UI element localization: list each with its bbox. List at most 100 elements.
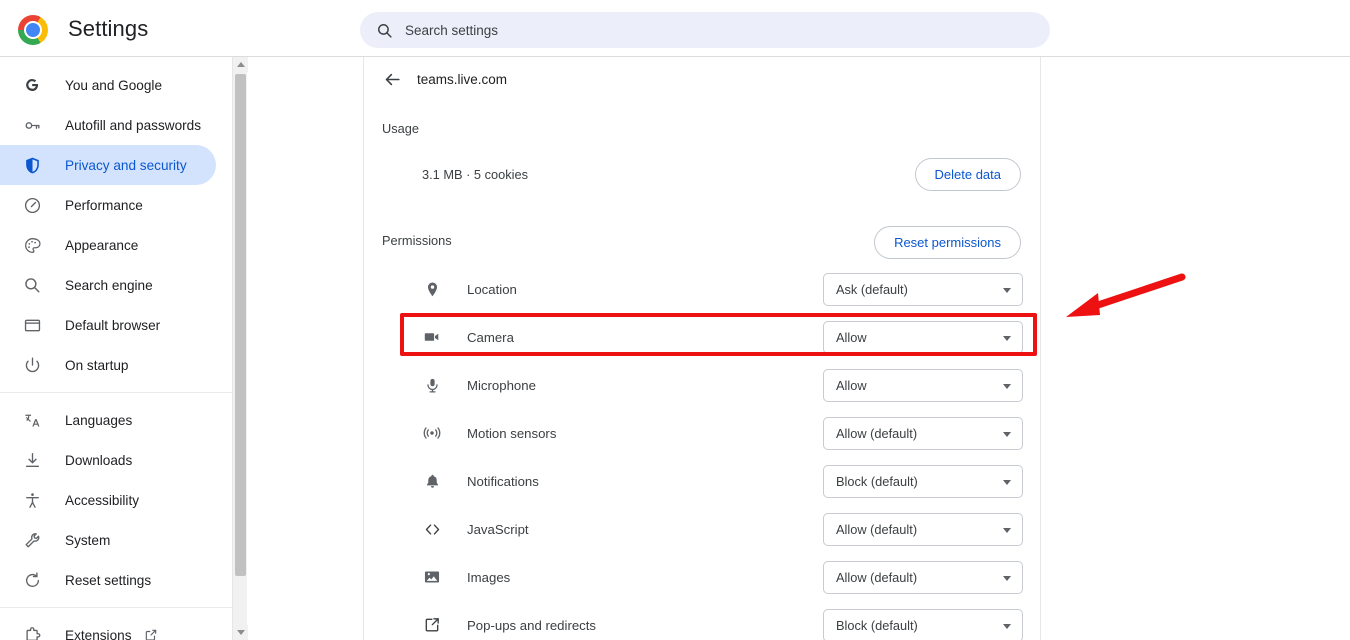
- permission-select-notifications[interactable]: Block (default): [823, 465, 1023, 498]
- site-settings-card: teams.live.com Usage 3.1 MB · 5 cookies …: [363, 57, 1041, 640]
- permission-value: Allow (default): [836, 426, 918, 441]
- permission-value: Ask (default): [836, 282, 908, 297]
- sidebar-item-autofill-and-passwords[interactable]: Autofill and passwords: [0, 105, 216, 145]
- usage-value: 3.1 MB · 5 cookies: [422, 167, 528, 182]
- sidebar-item-you-and-google[interactable]: You and Google: [0, 65, 216, 105]
- sidebar-item-appearance[interactable]: Appearance: [0, 225, 216, 265]
- location-pin-icon: [422, 279, 442, 299]
- accessibility-icon: [22, 490, 42, 510]
- permission-row-notifications: Notifications Block (default): [364, 457, 1040, 505]
- scrollbar-thumb[interactable]: [235, 74, 246, 576]
- sidebar-divider-2: [0, 607, 232, 608]
- permission-value: Block (default): [836, 618, 918, 633]
- palette-icon: [22, 235, 42, 255]
- sidebar-item-extensions[interactable]: Extensions: [0, 615, 216, 640]
- sidebar-item-downloads[interactable]: Downloads: [0, 440, 216, 480]
- chevron-down-icon: [1003, 527, 1011, 533]
- sidebar-item-label: Extensions: [65, 627, 132, 640]
- motion-sensor-icon: [422, 423, 442, 443]
- permission-select-javascript[interactable]: Allow (default): [823, 513, 1023, 546]
- permission-row-camera: Camera Allow: [364, 313, 1040, 361]
- site-header: teams.live.com: [364, 57, 1040, 101]
- search-input[interactable]: Search settings: [360, 12, 1050, 48]
- sidebar-divider: [0, 392, 232, 393]
- permission-name: Images: [467, 569, 511, 585]
- page-title: Settings: [68, 16, 149, 41]
- permission-value: Allow: [836, 378, 867, 393]
- sidebar-item-system[interactable]: System: [0, 520, 216, 560]
- chevron-down-icon: [1003, 479, 1011, 485]
- permission-select-images[interactable]: Allow (default): [823, 561, 1023, 594]
- sidebar-item-reset-settings[interactable]: Reset settings: [0, 560, 216, 600]
- download-icon: [22, 450, 42, 470]
- sidebar-item-label: Languages: [65, 412, 133, 428]
- microphone-icon: [422, 375, 442, 395]
- permissions-list: Location Ask (default) Camera Allow Micr…: [364, 265, 1040, 640]
- permission-select-motion-sensors[interactable]: Allow (default): [823, 417, 1023, 450]
- browser-window-icon: [22, 315, 42, 335]
- image-icon: [422, 567, 442, 587]
- sidebar-item-label: Autofill and passwords: [65, 117, 202, 133]
- sidebar-item-on-startup[interactable]: On startup: [0, 345, 216, 385]
- sidebar-item-label: Downloads: [65, 452, 133, 468]
- chevron-down-icon: [1003, 431, 1011, 437]
- sidebar-item-languages[interactable]: Languages: [0, 400, 216, 440]
- sidebar-scrollbar[interactable]: [232, 57, 248, 640]
- scroll-up-button[interactable]: [233, 57, 248, 72]
- sidebar-item-performance[interactable]: Performance: [0, 185, 216, 225]
- permission-name: Location: [467, 281, 517, 297]
- scroll-down-button[interactable]: [233, 625, 248, 640]
- sidebar-item-label: Appearance: [65, 237, 139, 253]
- sidebar-item-label: Default browser: [65, 317, 161, 333]
- top-bar: Settings Search settings: [0, 0, 1350, 57]
- permission-value: Allow (default): [836, 570, 918, 585]
- sidebar-nav: You and Google Autofill and passwords Pr…: [0, 57, 232, 640]
- sidebar-item-label: System: [65, 532, 111, 548]
- sidebar-item-default-browser[interactable]: Default browser: [0, 305, 216, 345]
- delete-data-button[interactable]: Delete data: [914, 158, 1021, 191]
- restore-icon: [22, 570, 42, 590]
- search-placeholder: Search settings: [405, 22, 499, 38]
- bell-icon: [422, 471, 442, 491]
- video-camera-icon: [422, 327, 442, 347]
- search-icon: [22, 275, 42, 295]
- permission-row-javascript: JavaScript Allow (default): [364, 505, 1040, 553]
- chrome-logo: [18, 15, 48, 45]
- sidebar-item-label: Search engine: [65, 277, 153, 293]
- permission-select-location[interactable]: Ask (default): [823, 273, 1023, 306]
- chevron-down-icon: [1003, 287, 1011, 293]
- sidebar-item-accessibility[interactable]: Accessibility: [0, 480, 216, 520]
- reset-permissions-button[interactable]: Reset permissions: [874, 226, 1021, 259]
- permission-name: Camera: [467, 329, 514, 345]
- permission-row-location: Location Ask (default): [364, 265, 1040, 313]
- sidebar-item-label: On startup: [65, 357, 129, 373]
- back-arrow-icon[interactable]: [380, 67, 404, 91]
- sidebar-item-label: Performance: [65, 197, 143, 213]
- permission-select-camera[interactable]: Allow: [823, 321, 1023, 354]
- permission-name: Notifications: [467, 473, 539, 489]
- settings-page: Settings Search settings You and Google: [0, 0, 1350, 640]
- permission-select-popups-and-redirects[interactable]: Block (default): [823, 609, 1023, 640]
- permission-name: JavaScript: [467, 521, 529, 537]
- chevron-down-icon: [1003, 623, 1011, 629]
- search-icon: [378, 23, 392, 38]
- translate-icon: [22, 410, 42, 430]
- permission-name: Microphone: [467, 377, 536, 393]
- permission-row-motion-sensors: Motion sensors Allow (default): [364, 409, 1040, 457]
- sidebar-item-label: Reset settings: [65, 572, 152, 588]
- permission-select-microphone[interactable]: Allow: [823, 369, 1023, 402]
- permission-value: Allow: [836, 330, 867, 345]
- speedometer-icon: [22, 195, 42, 215]
- wrench-icon: [22, 530, 42, 550]
- sidebar-item-privacy-and-security[interactable]: Privacy and security: [0, 145, 216, 185]
- permission-value: Block (default): [836, 474, 918, 489]
- sidebar-item-label: You and Google: [65, 77, 163, 93]
- key-icon: [22, 115, 42, 135]
- permissions-section-label: Permissions: [382, 233, 452, 248]
- permission-row-popups-and-redirects: Pop-ups and redirects Block (default): [364, 601, 1040, 640]
- sidebar-item-label: Privacy and security: [65, 157, 187, 173]
- popup-icon: [422, 615, 442, 635]
- permission-row-microphone: Microphone Allow: [364, 361, 1040, 409]
- sidebar-item-search-engine[interactable]: Search engine: [0, 265, 216, 305]
- permission-name: Pop-ups and redirects: [467, 617, 597, 633]
